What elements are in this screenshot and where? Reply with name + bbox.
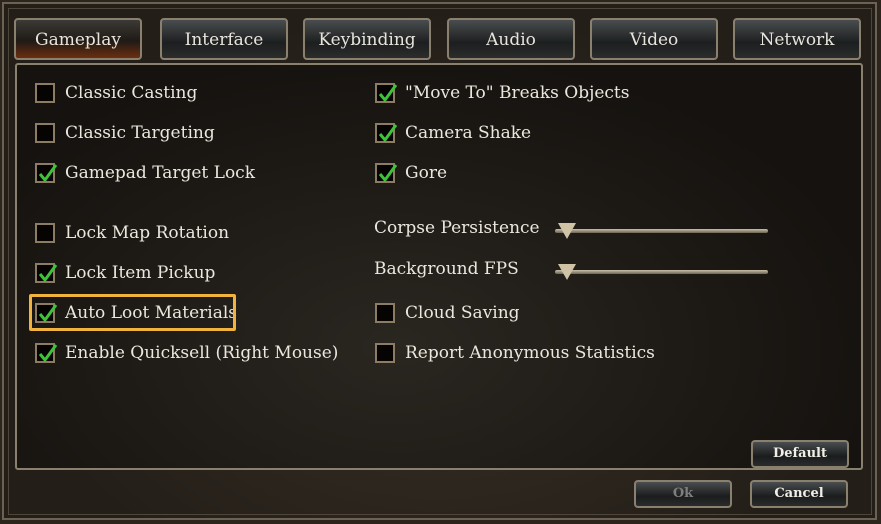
- slider-track[interactable]: [555, 270, 768, 274]
- checkbox-lock-item-pickup[interactable]: Lock Item Pickup: [35, 263, 215, 283]
- checkbox-label: Enable Quicksell (Right Mouse): [65, 343, 339, 363]
- checkbox-gamepad-target-lock[interactable]: Gamepad Target Lock: [35, 163, 255, 183]
- checkbox-label: Camera Shake: [405, 123, 532, 143]
- checkbox-label: Gamepad Target Lock: [65, 163, 256, 183]
- checkbox-box[interactable]: [375, 343, 395, 363]
- checkbox-report-anonymous-statistics[interactable]: Report Anonymous Statistics: [375, 343, 655, 363]
- ok-button[interactable]: Ok: [634, 480, 732, 508]
- slider-thumb-icon[interactable]: [558, 223, 576, 239]
- checkbox-box[interactable]: [375, 83, 398, 103]
- checkbox-classic-casting[interactable]: Classic Casting: [35, 83, 197, 103]
- check-mark-icon: [378, 164, 398, 183]
- checkbox-label: Classic Targeting: [65, 123, 215, 143]
- tab-network[interactable]: Network: [733, 18, 861, 60]
- checkbox-gore[interactable]: Gore: [375, 163, 447, 183]
- check-mark-icon: [378, 84, 398, 103]
- checkbox-box[interactable]: [375, 163, 398, 183]
- default-button[interactable]: Default: [751, 440, 849, 468]
- checkbox-box[interactable]: [375, 303, 395, 323]
- checkbox-label: Report Anonymous Statistics: [405, 343, 655, 363]
- check-mark-icon: [38, 264, 58, 283]
- slider-label: Background FPS: [374, 259, 519, 279]
- checkbox-label: Gore: [405, 163, 448, 183]
- checkbox-box[interactable]: [35, 263, 58, 283]
- check-mark-icon: [378, 124, 398, 143]
- checkbox-cloud-saving[interactable]: Cloud Saving: [375, 303, 520, 323]
- checkbox-lock-map-rotation[interactable]: Lock Map Rotation: [35, 223, 229, 243]
- tab-keybinding[interactable]: Keybinding: [303, 18, 431, 60]
- checkbox-box[interactable]: [35, 343, 58, 363]
- cancel-button[interactable]: Cancel: [750, 480, 848, 508]
- slider-label: Corpse Persistence: [374, 218, 540, 238]
- checkbox-label: "Move To" Breaks Objects: [405, 83, 630, 103]
- highlight-box: [29, 294, 236, 331]
- checkbox-label: Lock Item Pickup: [65, 263, 216, 283]
- checkbox-camera-shake[interactable]: Camera Shake: [375, 123, 531, 143]
- tab-video[interactable]: Video: [590, 18, 718, 60]
- tab-audio[interactable]: Audio: [447, 18, 575, 60]
- checkbox-box[interactable]: [35, 223, 55, 243]
- checkbox-enable-quicksell-right-mouse[interactable]: Enable Quicksell (Right Mouse): [35, 343, 338, 363]
- checkbox-box[interactable]: [35, 163, 58, 183]
- checkbox-box[interactable]: [35, 83, 55, 103]
- checkbox-classic-targeting[interactable]: Classic Targeting: [35, 123, 215, 143]
- checkbox-move-to-breaks-objects[interactable]: "Move To" Breaks Objects: [375, 83, 629, 103]
- checkbox-label: Lock Map Rotation: [65, 223, 230, 243]
- checkbox-label: Classic Casting: [65, 83, 198, 103]
- check-mark-icon: [38, 164, 58, 183]
- slider-track[interactable]: [555, 229, 768, 233]
- checkbox-box[interactable]: [35, 123, 55, 143]
- checkbox-label: Cloud Saving: [405, 303, 520, 323]
- tab-gameplay[interactable]: Gameplay: [14, 18, 142, 60]
- tab-interface[interactable]: Interface: [160, 18, 288, 60]
- slider-thumb-icon[interactable]: [558, 264, 576, 280]
- check-mark-icon: [38, 344, 58, 363]
- checkbox-box[interactable]: [375, 123, 398, 143]
